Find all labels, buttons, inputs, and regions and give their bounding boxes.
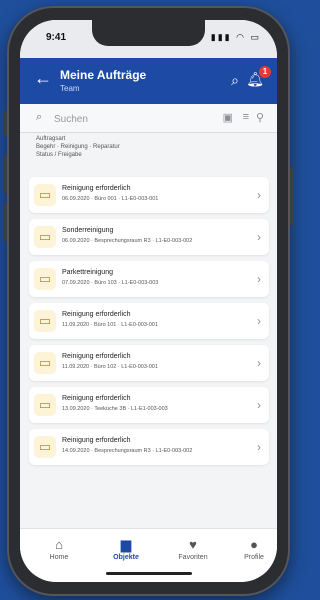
- folder-icon: ▭: [34, 310, 56, 332]
- job-details: 06.09.2020 · Besprechungsraum R3 · L1-E0…: [62, 238, 193, 244]
- job-title: Reinigung erforderlich: [62, 437, 131, 444]
- volume-up-button: [4, 154, 7, 194]
- folder-icon: ▭: [34, 226, 56, 248]
- folder-icon: ▆: [121, 537, 131, 552]
- phone-frame: 9:41 ▮▮▮ ◠ ▭ ← Meine Aufträge Team ⌕ 🔔︎ …: [4, 6, 293, 596]
- status-bar: 9:41 ▮▮▮ ◠ ▭: [20, 20, 277, 58]
- home-icon: ⌂: [55, 537, 63, 552]
- chevron-right-icon: ›: [257, 314, 261, 328]
- filter-line-type: Auftragsart: [36, 136, 66, 142]
- app-bar: ← Meine Aufträge Team ⌕ 🔔︎ 1: [20, 58, 277, 104]
- job-title: Reinigung erforderlich: [62, 353, 131, 360]
- list-view-icon[interactable]: ≡: [243, 111, 249, 123]
- screen: 9:41 ▮▮▮ ◠ ▭ ← Meine Aufträge Team ⌕ 🔔︎ …: [20, 20, 277, 582]
- nav-label: Objekte: [113, 554, 139, 561]
- job-card[interactable]: ▭ Reinigung erforderlich 06.09.2020 · Büro…: [29, 177, 269, 213]
- folder-icon: ▭: [34, 184, 56, 206]
- status-icons: ▮▮▮ ◠ ▭: [210, 32, 261, 42]
- nav-label: Favoriten: [178, 554, 208, 561]
- job-details: 13.09.2020 · Teeküche 3B · L1-E1-003-003: [62, 406, 168, 412]
- folder-icon: ▭: [34, 352, 56, 374]
- person-icon: ●: [250, 537, 258, 552]
- chevron-right-icon: ›: [257, 188, 261, 202]
- nav-item-profile[interactable]: ● Profile: [231, 537, 277, 561]
- nav-item-home[interactable]: ⌂ Home: [36, 537, 82, 561]
- job-card[interactable]: ▭ Reinigung erforderlich 14.09.2020 · Besp…: [29, 429, 269, 465]
- chevron-right-icon: ›: [257, 356, 261, 370]
- folder-icon: ▭: [34, 394, 56, 416]
- search-icon[interactable]: ⌕: [231, 72, 239, 89]
- job-details: 11.09.2020 · Büro 102 · L1-E0-003-001: [62, 364, 158, 370]
- job-title: Reinigung erforderlich: [62, 185, 131, 192]
- scan-icon[interactable]: ▣: [223, 111, 233, 124]
- job-card[interactable]: ▭ Reinigung erforderlich 11.09.2020 · Büro…: [29, 303, 269, 339]
- chevron-right-icon: ›: [257, 230, 261, 244]
- chevron-right-icon: ›: [257, 398, 261, 412]
- job-card[interactable]: ▭ Sonderreinigung 06.09.2020 · Besprechung…: [29, 219, 269, 255]
- status-time: 9:41: [46, 32, 67, 43]
- folder-icon: ▭: [34, 268, 56, 290]
- magnifier-icon: ⌕: [36, 111, 43, 123]
- job-card[interactable]: ▭ Parkettreinigung 07.09.2020 · Büro 103 ·…: [29, 261, 269, 297]
- filter-line-status: Status / Freigabe: [36, 152, 82, 158]
- job-details: 14.09.2020 · Besprechungsraum R3 · L1-E0…: [62, 448, 193, 454]
- chevron-right-icon: ›: [257, 272, 261, 286]
- nav-item-objekte[interactable]: ▆ Objekte: [103, 537, 149, 561]
- job-title: Sonderreinigung: [62, 227, 114, 234]
- nav-item-favoriten[interactable]: ♥ Favoriten: [170, 537, 216, 561]
- job-card[interactable]: ▭ Reinigung erforderlich 13.09.2020 · Teek…: [29, 387, 269, 423]
- filter-summary[interactable]: Auftragsart Begehr · Reinigung · Reparat…: [20, 133, 277, 173]
- filter-icon[interactable]: ⚲: [256, 111, 264, 124]
- page-title: Meine Aufträge: [60, 68, 147, 82]
- job-details: 07.09.2020 · Büro 103 · L1-E0-003-003: [62, 280, 159, 286]
- job-card[interactable]: ▭ Reinigung erforderlich 11.09.2020 · Büro…: [29, 345, 269, 381]
- nav-label: Profile: [244, 554, 264, 561]
- job-title: Reinigung erforderlich: [62, 395, 131, 402]
- job-title: Reinigung erforderlich: [62, 311, 131, 318]
- job-details: 11.09.2020 · Büro 101 · L1-E0-003-001: [62, 322, 158, 328]
- chevron-right-icon: ›: [257, 440, 261, 454]
- search-bar: ⌕ ▣ ≡ ⚲: [20, 104, 277, 133]
- job-title: Parkettreinigung: [62, 269, 113, 276]
- page-subtitle: Team: [60, 84, 80, 93]
- notch: [92, 20, 205, 46]
- folder-icon: ▭: [34, 436, 56, 458]
- power-button: [290, 166, 293, 226]
- job-list: ▭ Reinigung erforderlich 06.09.2020 · Büro…: [29, 177, 269, 471]
- mute-switch: [4, 110, 7, 136]
- heart-icon: ♥: [189, 537, 197, 552]
- filter-line-categories: Begehr · Reinigung · Reparatur: [36, 144, 120, 150]
- job-details: 06.09.2020 · Büro 001 · L1-E0-003-001: [62, 196, 159, 202]
- notification-badge: 1: [259, 66, 271, 78]
- back-arrow-icon[interactable]: ←: [34, 69, 52, 87]
- volume-down-button: [4, 202, 7, 242]
- home-indicator[interactable]: [106, 572, 192, 575]
- nav-label: Home: [49, 554, 69, 561]
- search-input[interactable]: [52, 109, 176, 129]
